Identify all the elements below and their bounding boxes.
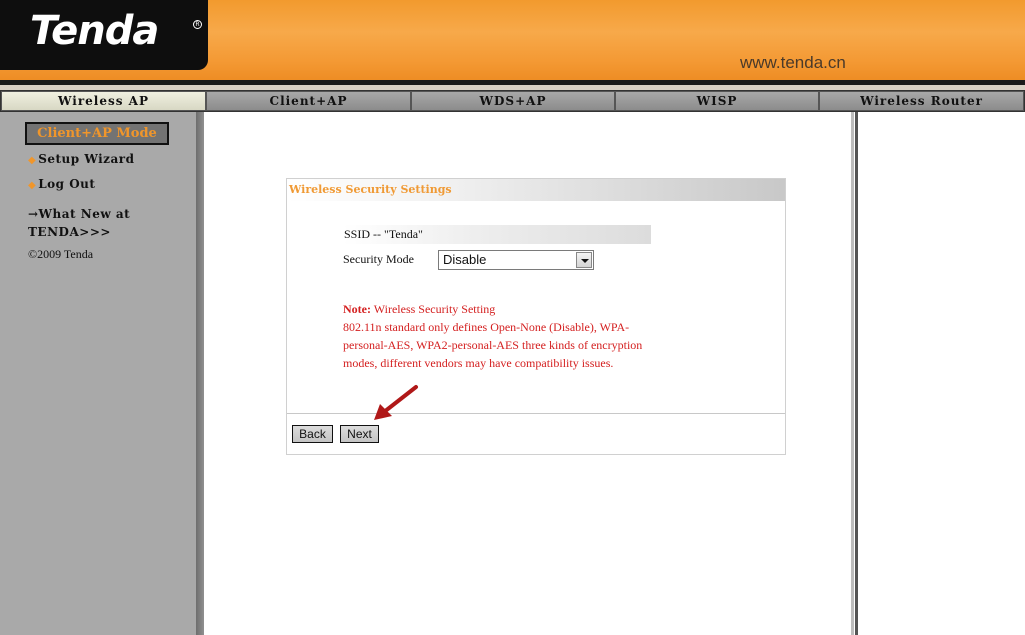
panel-title: Wireless Security Settings <box>287 179 785 201</box>
security-mode-label: Security Mode <box>343 252 414 266</box>
tab-wisp[interactable]: WISP <box>615 91 819 111</box>
security-note: Note: Wireless Security Setting 802.11n … <box>343 300 653 372</box>
tab-wds-ap[interactable]: WDS+AP <box>411 91 615 111</box>
bullet-icon: ◆ <box>28 180 37 191</box>
header-banner: Tenda R www.tenda.cn <box>0 0 1025 80</box>
next-button[interactable]: Next <box>340 425 379 443</box>
chevron-down-icon[interactable] <box>576 252 592 268</box>
whats-new-link[interactable]: →What New at TENDA>>> <box>28 205 158 241</box>
log-out-label: Log Out <box>38 177 96 191</box>
bullet-icon: ◆ <box>28 155 37 166</box>
security-mode-select[interactable]: Disable <box>438 250 594 270</box>
right-separator-dark <box>855 112 858 635</box>
logo-text: Tenda <box>30 8 159 54</box>
right-separator <box>851 112 854 635</box>
tab-wireless-ap[interactable]: Wireless AP <box>1 91 206 111</box>
current-mode-label: Client+AP Mode <box>25 122 169 145</box>
panel-divider <box>287 413 785 414</box>
tenda-logo: Tenda R <box>0 0 208 70</box>
log-out-link[interactable]: ◆ Log Out <box>28 177 95 191</box>
mode-tabs: Wireless AP Client+AP WDS+AP WISP Wirele… <box>0 90 1025 112</box>
note-label: Note: <box>343 302 371 316</box>
note-body: 802.11n standard only defines Open-None … <box>343 320 643 370</box>
tab-wireless-router[interactable]: Wireless Router <box>819 91 1024 111</box>
note-heading: Wireless Security Setting <box>373 302 496 316</box>
tab-client-ap[interactable]: Client+AP <box>206 91 411 111</box>
site-url: www.tenda.cn <box>740 53 846 72</box>
annotation-arrow-icon <box>374 385 418 420</box>
setup-wizard-link[interactable]: ◆ Setup Wizard <box>28 152 134 166</box>
ssid-display: SSID -- "Tenda" <box>343 225 651 244</box>
wireless-security-panel: Wireless Security Settings SSID -- "Tend… <box>286 178 786 455</box>
registered-mark-icon: R <box>193 20 202 29</box>
sidebar-separator <box>196 112 204 635</box>
copyright-text: ©2009 Tenda <box>28 247 94 261</box>
setup-wizard-label: Setup Wizard <box>38 152 135 166</box>
security-mode-value: Disable <box>443 252 487 267</box>
back-button[interactable]: Back <box>292 425 333 443</box>
